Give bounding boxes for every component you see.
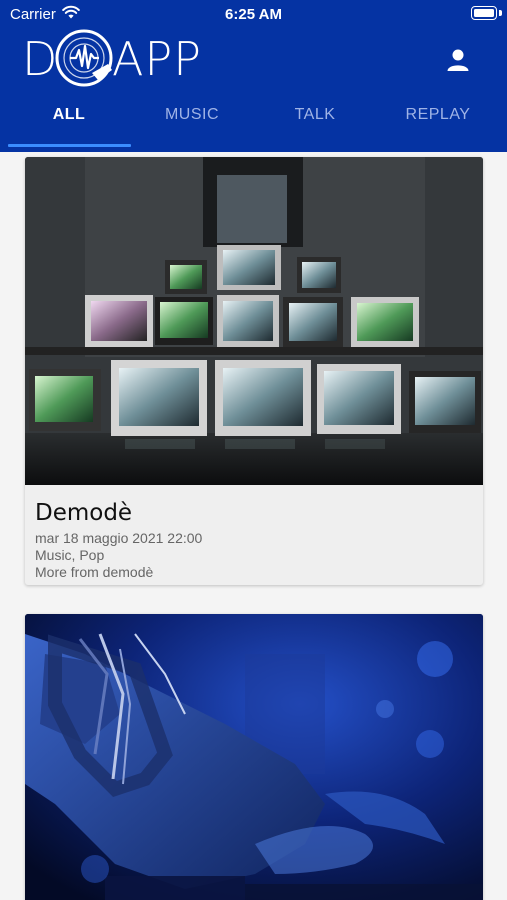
event-card[interactable]: Demodè mar 18 maggio 2021 22:00 Music, P… xyxy=(25,157,483,585)
profile-icon[interactable] xyxy=(444,46,472,74)
active-tab-indicator xyxy=(8,144,131,147)
vinyl-record-icon xyxy=(55,29,113,87)
event-genres: Music, Pop xyxy=(35,547,105,563)
event-details: Demodè mar 18 maggio 2021 22:00 Music, P… xyxy=(25,490,483,581)
logo-word: APP xyxy=(112,32,202,86)
event-card[interactable] xyxy=(25,614,483,900)
more-from-link[interactable]: More from demodè xyxy=(35,564,473,581)
event-feed[interactable]: Demodè mar 18 maggio 2021 22:00 Music, P… xyxy=(0,152,507,900)
battery-cap xyxy=(499,10,502,16)
status-bar: Carrier 6:25 AM xyxy=(0,0,507,28)
event-image xyxy=(25,614,483,900)
event-title: Demodè xyxy=(35,500,133,526)
clock: 6:25 AM xyxy=(225,6,282,23)
battery-icon xyxy=(471,6,497,20)
event-image xyxy=(25,157,483,485)
event-date: mar 18 maggio 2021 22:00 xyxy=(35,530,203,546)
category-tabs: ALL MUSIC TALK REPLAY xyxy=(0,98,507,152)
tab-replay[interactable]: REPLAY xyxy=(375,106,501,124)
app-header: Carrier 6:25 AM D APP ALL MUSIC TALK REP… xyxy=(0,0,507,152)
tab-all[interactable]: ALL xyxy=(6,106,132,124)
tab-talk[interactable]: TALK xyxy=(252,106,378,124)
tab-music[interactable]: MUSIC xyxy=(129,106,255,124)
